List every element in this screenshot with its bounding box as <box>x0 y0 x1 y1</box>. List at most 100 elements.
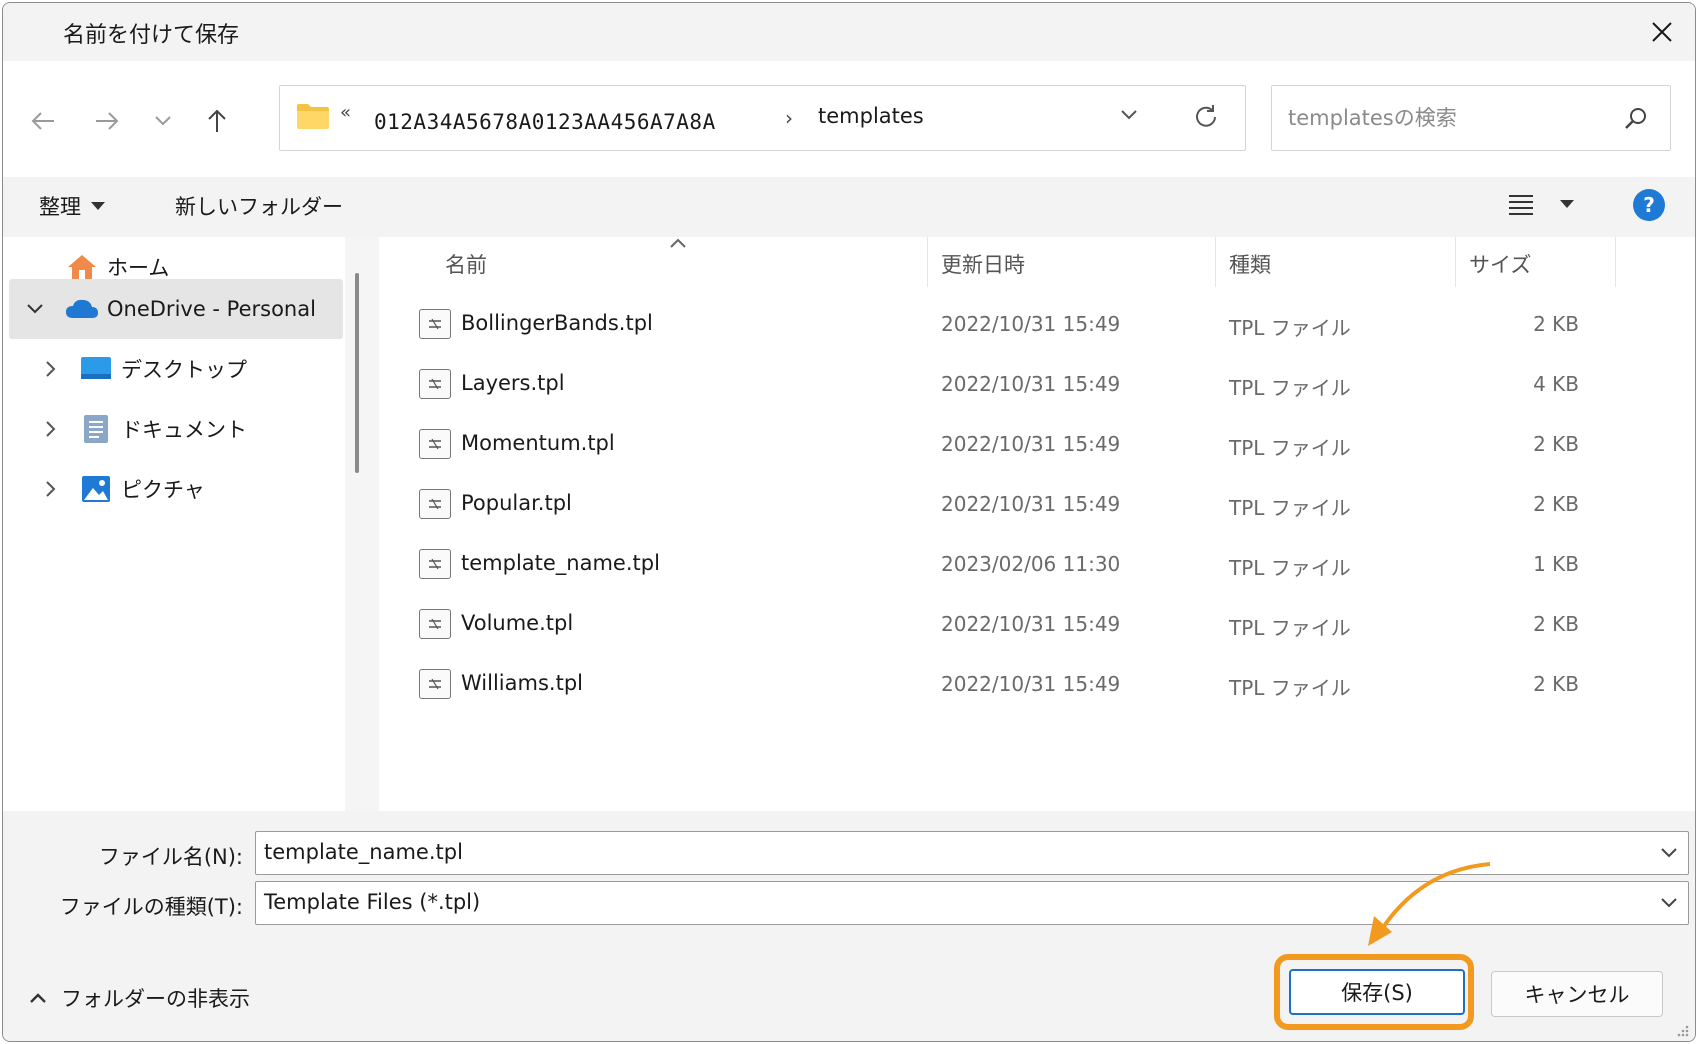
close-button[interactable] <box>1641 11 1683 53</box>
file-row[interactable]: BollingerBands.tpl 2022/10/31 15:49 TPL … <box>379 295 1695 355</box>
template-file-icon <box>419 369 451 399</box>
file-size: 4 KB <box>1533 372 1579 396</box>
chevron-down-icon <box>1661 898 1677 908</box>
chevron-up-icon <box>30 993 46 1003</box>
file-date: 2022/10/31 15:49 <box>941 432 1121 456</box>
address-dropdown-button[interactable] <box>1120 106 1138 125</box>
column-divider[interactable] <box>1615 237 1616 287</box>
file-row[interactable]: Popular.tpl 2022/10/31 15:49 TPL ファイル 2 … <box>379 475 1695 535</box>
pictures-icon <box>79 474 113 504</box>
address-overflow[interactable]: « <box>340 102 351 123</box>
help-button[interactable]: ? <box>1633 189 1665 221</box>
file-list: 名前 更新日時 種類 サイズ BollingerBands.tpl 2022/1… <box>379 237 1695 811</box>
file-row[interactable]: Williams.tpl 2022/10/31 15:49 TPL ファイル 2… <box>379 655 1695 715</box>
sidebar-scrollbar-thumb[interactable] <box>355 273 359 473</box>
sidebar-item-label: OneDrive - Personal <box>107 297 316 321</box>
template-file-icon <box>419 309 451 339</box>
file-size: 1 KB <box>1533 552 1579 576</box>
new-folder-button[interactable]: 新しいフォルダー <box>175 191 343 221</box>
file-row[interactable]: Momentum.tpl 2022/10/31 15:49 TPL ファイル 2… <box>379 415 1695 475</box>
template-file-icon <box>419 489 451 519</box>
address-bar[interactable]: « 012A34A5678A0123AA456A7A8A › templates <box>279 85 1246 151</box>
file-type: TPL ファイル <box>1229 436 1351 460</box>
filename-label: ファイル名(N): <box>98 845 243 869</box>
sidebar-item-desktop[interactable]: デスクトップ <box>9 339 343 399</box>
file-type: TPL ファイル <box>1229 616 1351 640</box>
file-size: 2 KB <box>1533 492 1579 516</box>
view-options-button[interactable] <box>1508 193 1574 215</box>
filetype-select[interactable]: Template Files (*.tpl) <box>255 881 1689 925</box>
chevron-down-icon <box>155 116 171 126</box>
file-name: BollingerBands.tpl <box>461 311 653 335</box>
file-date: 2023/02/06 11:30 <box>941 552 1121 576</box>
save-button[interactable]: 保存(S) <box>1289 969 1465 1015</box>
column-divider[interactable] <box>1455 237 1456 287</box>
expand-chevron-down-icon[interactable] <box>25 299 45 319</box>
filetype-dropdown-button[interactable] <box>1660 894 1678 913</box>
sidebar-item-onedrive[interactable]: OneDrive - Personal <box>9 279 343 339</box>
column-divider[interactable] <box>927 237 928 287</box>
refresh-button[interactable] <box>1193 104 1219 134</box>
title-bar: 名前を付けて保存 <box>3 3 1695 61</box>
filetype-label: ファイルの種類(T): <box>59 895 243 919</box>
filename-input[interactable]: template_name.tpl <box>264 840 463 864</box>
file-size: 2 KB <box>1533 672 1579 696</box>
expand-chevron-right-icon[interactable] <box>41 359 61 379</box>
recent-locations-button[interactable] <box>141 101 185 141</box>
search-input[interactable] <box>1288 100 1608 136</box>
filetype-selected-value: Template Files (*.tpl) <box>264 890 481 914</box>
breadcrumb-segment-current[interactable]: templates <box>818 104 924 128</box>
filename-dropdown-button[interactable] <box>1660 844 1678 863</box>
save-as-dialog: 名前を付けて保存 « 012A34A5678A0123AA456A7A8A › … <box>2 2 1696 1042</box>
expand-chevron-right-icon[interactable] <box>41 479 61 499</box>
forward-button[interactable] <box>85 101 129 141</box>
sidebar-item-label: ホーム <box>107 256 170 280</box>
caret-down-icon <box>91 202 105 210</box>
file-type: TPL ファイル <box>1229 676 1351 700</box>
file-row[interactable]: template_name.tpl 2023/02/06 11:30 TPL フ… <box>379 535 1695 595</box>
file-type: TPL ファイル <box>1229 316 1351 340</box>
resize-grip-icon[interactable] <box>1675 1023 1689 1037</box>
sidebar-item-label: ピクチャ <box>121 478 205 502</box>
save-form: ファイル名(N): template_name.tpl ファイルの種類(T): … <box>3 811 1695 1041</box>
hide-folders-label: フォルダーの非表示 <box>61 987 250 1011</box>
folder-icon <box>297 104 329 129</box>
column-header-size[interactable]: サイズ <box>1469 237 1531 287</box>
file-name: Popular.tpl <box>461 491 572 515</box>
template-file-icon <box>419 549 451 579</box>
sidebar-item-documents[interactable]: ドキュメント <box>9 399 343 459</box>
search-box[interactable] <box>1271 85 1671 151</box>
sidebar-item-pictures[interactable]: ピクチャ <box>9 459 343 519</box>
cloud-icon <box>65 294 99 324</box>
column-header-type[interactable]: 種類 <box>1229 237 1271 287</box>
expand-chevron-right-icon[interactable] <box>41 419 61 439</box>
breadcrumb-segment-parent[interactable]: 012A34A5678A0123AA456A7A8A <box>374 110 716 134</box>
sidebar-scroll-track[interactable] <box>345 237 379 811</box>
cancel-button[interactable]: キャンセル <box>1491 971 1663 1017</box>
file-type: TPL ファイル <box>1229 376 1351 400</box>
file-name: Layers.tpl <box>461 371 565 395</box>
filename-combobox[interactable]: template_name.tpl <box>255 831 1689 875</box>
back-button[interactable] <box>21 101 65 141</box>
hide-folders-button[interactable]: フォルダーの非表示 <box>29 983 250 1013</box>
file-date: 2022/10/31 15:49 <box>941 492 1121 516</box>
refresh-icon <box>1196 105 1216 127</box>
file-date: 2022/10/31 15:49 <box>941 612 1121 636</box>
column-divider[interactable] <box>1215 237 1216 287</box>
column-header-name[interactable]: 名前 <box>445 237 487 287</box>
template-file-icon <box>419 429 451 459</box>
file-size: 2 KB <box>1533 432 1579 456</box>
column-header-date[interactable]: 更新日時 <box>941 237 1025 287</box>
desktop-icon <box>79 354 113 384</box>
caret-down-icon <box>1560 200 1574 208</box>
file-row[interactable]: Layers.tpl 2022/10/31 15:49 TPL ファイル 4 K… <box>379 355 1695 415</box>
file-date: 2022/10/31 15:49 <box>941 672 1121 696</box>
file-row[interactable]: Volume.tpl 2022/10/31 15:49 TPL ファイル 2 K… <box>379 595 1695 655</box>
documents-icon <box>79 414 113 444</box>
up-button[interactable] <box>195 101 239 141</box>
home-icon <box>65 252 99 282</box>
organize-button[interactable]: 整理 <box>39 191 105 221</box>
chevron-down-icon <box>1121 110 1137 120</box>
search-icon[interactable] <box>1624 106 1648 130</box>
file-name: template_name.tpl <box>461 551 660 575</box>
